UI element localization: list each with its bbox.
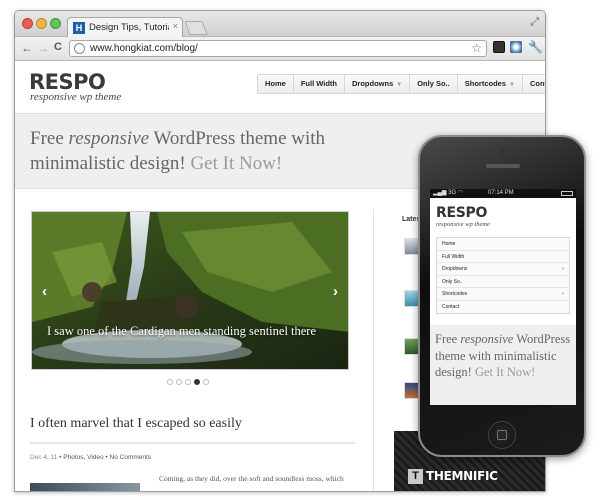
hero-emphasis: responsive [460, 332, 514, 346]
browser-titlebar: H Design Tips, Tutorials and In × ⤢ [15, 11, 545, 37]
site-tagline: responsive wp theme [30, 91, 122, 103]
menu-item-shortcodes[interactable]: Shortcodes ▼ [458, 75, 523, 93]
menu-item-only-so[interactable]: Only So.. [410, 75, 458, 93]
menu-item-label: Only So.. [417, 79, 450, 88]
wrench-icon[interactable]: 🔧 [528, 40, 543, 54]
reload-button[interactable]: C [54, 41, 62, 53]
phone-hero-band: Free responsive WordPress theme with min… [430, 325, 576, 405]
slide-caption: I saw one of the Cardigan men standing s… [47, 324, 317, 338]
menu-item-label: Shortcodes [464, 79, 506, 88]
phone-menu-item-home[interactable]: Home [437, 238, 569, 251]
browser-toolbar: ← → C www.hongkiat.com/blog/ ☆ 🔧 [15, 37, 545, 61]
menu-item-home[interactable]: Home [258, 75, 294, 93]
image-slider[interactable]: ‹ › I saw one of the Cardigan men standi… [31, 211, 349, 370]
post-title[interactable]: I often marvel that I escaped so easily [30, 415, 242, 433]
address-text: www.hongkiat.com/blog/ [90, 43, 198, 54]
phone-device: ▂▄▆ 3G ◠ 07:14 PM RESPO responsive wp th… [418, 135, 586, 457]
phone-menu: Home Full Width Dropdowns ▼ Only So.. Sho… [436, 237, 570, 314]
chevron-down-icon: ▼ [509, 82, 515, 88]
phone-menu-item-only-so[interactable]: Only So.. [437, 276, 569, 288]
phone-screen: ▂▄▆ 3G ◠ 07:14 PM RESPO responsive wp th… [430, 189, 576, 405]
menu-item-label: Dropdowns [442, 266, 468, 272]
slider-next-button[interactable]: › [333, 283, 338, 300]
hero-lead: Free [435, 332, 461, 346]
earpiece [486, 164, 520, 168]
screenshot-stage: H Design Tips, Tutorials and In × ⤢ ← → … [0, 0, 600, 500]
post-divider [30, 442, 355, 444]
slider-pagination [167, 379, 209, 385]
hero-headline: Free responsive WordPress theme with min… [30, 126, 410, 176]
post-meta: Dec 4, 11 • Photos, Video • No Comments [30, 453, 151, 463]
slider-dot[interactable] [185, 379, 191, 385]
extension-icon[interactable] [493, 41, 505, 53]
slide-image-waterfall [32, 212, 348, 369]
menu-item-label: Full Width [442, 253, 465, 260]
meta-separator: • [59, 454, 62, 461]
hero-emphasis: responsive [68, 128, 150, 149]
meta-separator: • [105, 454, 108, 461]
chevron-down-icon: ▼ [561, 266, 565, 271]
battery-icon [561, 191, 573, 196]
phone-menu-item-full-width[interactable]: Full Width [437, 251, 569, 263]
banner-text: THEMNIFIC [426, 469, 498, 483]
menu-item-label: Only So.. [442, 278, 463, 285]
menu-item-label: Contact [529, 79, 545, 88]
browser-tab[interactable]: H Design Tips, Tutorials and In × [67, 17, 183, 37]
post-comments-link[interactable]: No Comments [110, 454, 152, 461]
globe-icon [74, 43, 85, 54]
home-square-icon [497, 430, 507, 440]
themnific-logo-icon: T [408, 469, 423, 484]
post-thumbnail[interactable] [30, 483, 140, 491]
tab-title: Design Tips, Tutorials and In [89, 22, 169, 33]
fullscreen-icon[interactable]: ⤢ [530, 16, 539, 29]
address-bar[interactable]: www.hongkiat.com/blog/ ☆ [69, 40, 487, 57]
phone-site-tagline: responsive wp theme [436, 221, 490, 228]
signal-indicator: ▂▄▆ 3G ◠ [433, 190, 464, 196]
phone-menu-item-contact[interactable]: Contact [437, 301, 569, 314]
tab-close-icon[interactable]: × [173, 21, 178, 31]
phone-site-logo[interactable]: RESPO [436, 205, 487, 221]
slider-prev-button[interactable]: ‹ [42, 283, 47, 300]
menu-item-full-width[interactable]: Full Width [294, 75, 346, 93]
carrier-label: 3G [448, 190, 457, 196]
favicon-icon: H [73, 22, 85, 34]
home-button[interactable] [488, 421, 516, 449]
chevron-down-icon: ▼ [561, 291, 565, 296]
minimize-window-button[interactable] [36, 18, 47, 29]
sidebar-divider [373, 209, 374, 491]
post-categories[interactable]: Photos, Video [63, 454, 103, 461]
slider-dot[interactable] [203, 379, 209, 385]
menu-item-label: Home [442, 241, 456, 247]
bookmark-star-icon[interactable]: ☆ [471, 41, 482, 55]
menu-item-label: Full Width [300, 79, 338, 88]
post-excerpt: Coming, as they did, over the soft and s… [159, 474, 344, 483]
menu-item-contact[interactable]: Contact [523, 75, 545, 93]
chevron-down-icon: ▼ [396, 82, 403, 88]
post-date: Dec 4, 11 [30, 454, 58, 461]
back-button[interactable]: ← [21, 41, 33, 55]
phone-menu-item-shortcodes[interactable]: Shortcodes ▼ [437, 288, 569, 301]
menu-item-label: Shortcodes [442, 291, 468, 297]
status-time: 07:14 PM [488, 190, 514, 196]
menu-item-dropdowns[interactable]: Dropdowns ▼ [345, 75, 411, 93]
phone-status-bar: ▂▄▆ 3G ◠ 07:14 PM [430, 189, 576, 198]
extension-icon[interactable] [510, 41, 522, 53]
menu-item-label: Contact [442, 303, 460, 310]
menu-item-label: Dropdowns [352, 79, 394, 88]
close-window-button[interactable] [22, 18, 33, 29]
get-it-now-link[interactable]: Get It Now! [190, 153, 282, 174]
menu-item-label: Home [265, 79, 286, 88]
forward-button[interactable]: → [37, 41, 49, 55]
phone-hero-headline: Free responsive WordPress theme with min… [435, 331, 571, 381]
slider-dot[interactable] [176, 379, 182, 385]
new-tab-button[interactable] [184, 21, 208, 35]
slider-dot[interactable] [167, 379, 173, 385]
slider-dot[interactable] [194, 379, 200, 385]
get-it-now-link[interactable]: Get It Now! [475, 365, 535, 379]
zoom-window-button[interactable] [50, 18, 61, 29]
hero-lead: Free [30, 128, 69, 149]
phone-menu-item-dropdowns[interactable]: Dropdowns ▼ [437, 263, 569, 276]
camera-icon [500, 149, 505, 154]
main-menu: Home Full Width Dropdowns ▼ Only So.. Sho… [257, 74, 545, 94]
